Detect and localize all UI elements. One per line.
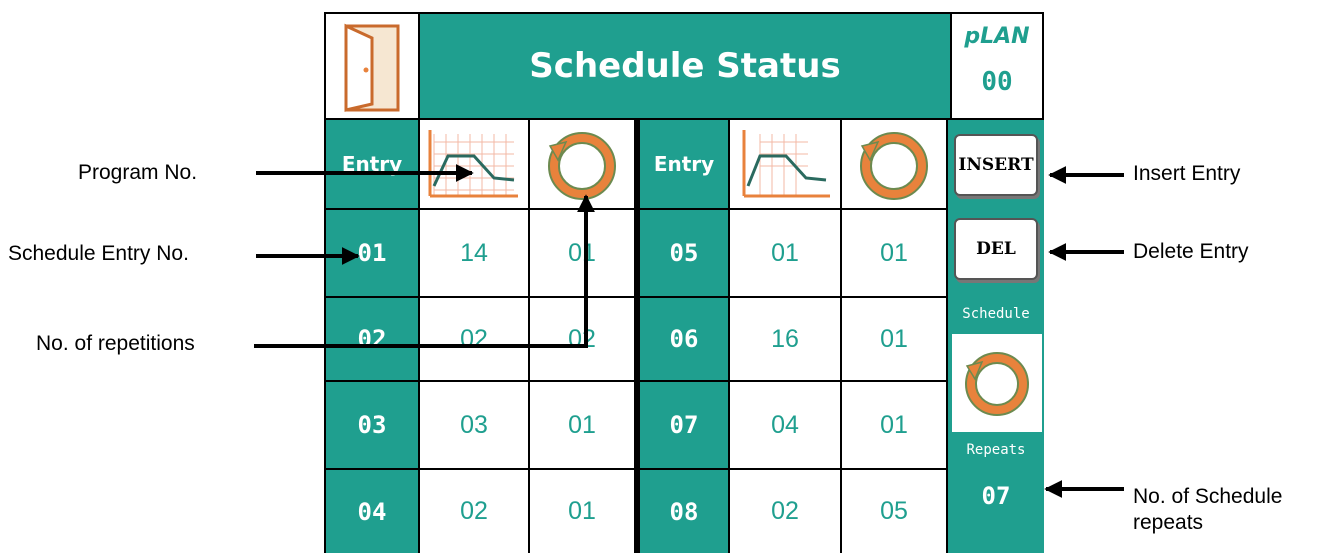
repeat-cycle-icon xyxy=(965,352,1029,416)
callout-schedule-entry-no: Schedule Entry No. xyxy=(8,242,189,265)
callout-schedule-repeats: No. of Schedule repeats xyxy=(1133,484,1282,536)
repeats-cell[interactable]: 01 xyxy=(842,298,946,380)
entry-number[interactable]: 02 xyxy=(326,298,418,380)
program-header-left xyxy=(420,120,528,208)
program-cell[interactable]: 03 xyxy=(420,382,528,468)
entry-number[interactable]: 07 xyxy=(640,382,728,468)
program-cell[interactable]: 14 xyxy=(420,210,528,296)
entry-number[interactable]: 04 xyxy=(326,470,418,553)
entry-number[interactable]: 05 xyxy=(640,210,728,296)
repeats-cell[interactable]: 01 xyxy=(530,470,634,553)
entry-number[interactable]: 06 xyxy=(640,298,728,380)
page-title: Schedule Status xyxy=(420,14,950,118)
delete-button[interactable]: DEL xyxy=(954,218,1038,280)
repeats-cell[interactable]: 01 xyxy=(530,382,634,468)
repeat-cycle-icon xyxy=(860,132,928,200)
callout-program-no: Program No. xyxy=(78,161,198,184)
program-cell[interactable]: 04 xyxy=(730,382,840,468)
insert-button[interactable]: INSERT xyxy=(954,134,1038,196)
program-cell[interactable]: 02 xyxy=(420,470,528,553)
callout-delete-entry: Delete Entry xyxy=(1133,240,1249,263)
callout-repetitions: No. of repetitions xyxy=(36,332,195,355)
repeats-cell[interactable]: 01 xyxy=(842,210,946,296)
schedule-repeats-value[interactable]: 07 xyxy=(948,482,1044,510)
entry-number[interactable]: 01 xyxy=(326,210,418,296)
repeat-header-right xyxy=(842,120,946,208)
plan-label: pLAN xyxy=(964,24,1030,49)
repeat-header-left xyxy=(530,120,634,208)
entry-header-right: Entry xyxy=(640,120,728,208)
door-icon xyxy=(344,23,400,112)
callout-schedule-repeats-line2: repeats xyxy=(1133,511,1204,534)
program-cell[interactable]: 01 xyxy=(730,210,840,296)
plan-value: 00 xyxy=(981,67,1013,97)
repeats-cell[interactable]: 01 xyxy=(842,382,946,468)
program-cell[interactable]: 02 xyxy=(420,298,528,380)
callout-insert-entry: Insert Entry xyxy=(1133,162,1241,185)
repeats-cell[interactable]: 01 xyxy=(530,210,634,296)
program-chart-icon xyxy=(742,130,830,198)
schedule-label: Schedule xyxy=(962,306,1030,322)
program-chart-icon xyxy=(428,130,518,198)
program-header-right xyxy=(730,120,840,208)
program-cell[interactable]: 02 xyxy=(730,470,840,553)
entry-number[interactable]: 03 xyxy=(326,382,418,468)
plan-indicator: pLAN 00 xyxy=(952,14,1042,118)
repeat-cycle-icon xyxy=(548,132,616,200)
program-cell[interactable]: 16 xyxy=(730,298,840,380)
hmi-screen: Schedule Status pLAN 00 Entry Entry 01 1… xyxy=(324,12,1044,553)
repeats-cell[interactable]: 02 xyxy=(530,298,634,380)
schedule-repeat-indicator xyxy=(952,334,1042,432)
repeats-cell[interactable]: 05 xyxy=(842,470,946,553)
callout-schedule-repeats-line1: No. of Schedule xyxy=(1133,485,1283,508)
door-button[interactable] xyxy=(326,14,418,118)
entry-header-left: Entry xyxy=(326,120,418,208)
entry-number[interactable]: 08 xyxy=(640,470,728,553)
repeats-label: Repeats xyxy=(966,442,1026,458)
